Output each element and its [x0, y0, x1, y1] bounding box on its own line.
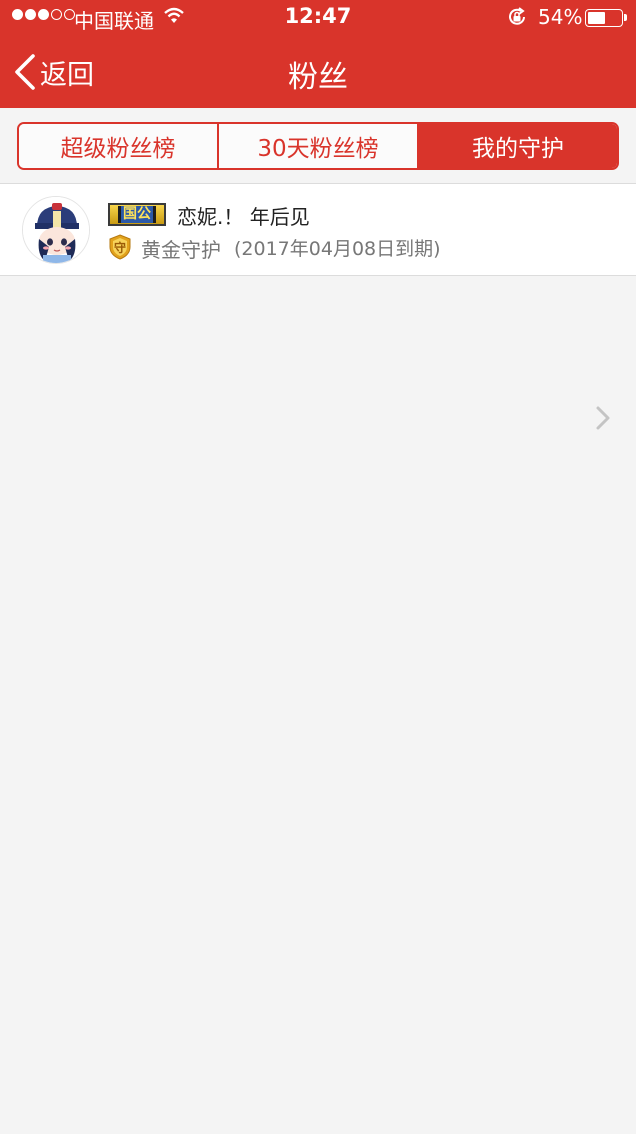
shield-glyph: 守 [114, 240, 126, 255]
tab-super-fans[interactable]: 超级粉丝榜 [19, 124, 217, 168]
top-header: 中国联通 12:47 54% 返回 粉丝 [0, 0, 636, 108]
guard-nickname: 恋妮.！ 年后见 [177, 205, 310, 229]
guard-type: 黄金守护 [141, 238, 221, 262]
battery-tip [624, 14, 627, 21]
rank-badge: 国公 [108, 203, 166, 226]
battery-percent: 54% [538, 5, 583, 29]
gold-shield-icon: 守 [109, 234, 131, 260]
page-title: 粉丝 [288, 60, 348, 95]
guard-expire-date: (2017年04月08日到期) [234, 238, 441, 260]
tab-my-guard[interactable]: 我的守护 [417, 124, 617, 168]
tab-bar: 超级粉丝榜 30天粉丝榜 我的守护 [0, 108, 636, 184]
battery-icon [585, 9, 623, 27]
rank-badge-label: 国公 [118, 206, 156, 223]
avatar [22, 196, 90, 264]
guard-list-item[interactable] [0, 184, 636, 430]
chevron-right-icon [596, 406, 610, 430]
status-bar: 中国联通 12:47 54% [0, 0, 636, 36]
segmented-control: 超级粉丝榜 30天粉丝榜 我的守护 [17, 122, 619, 170]
tab-30-day-fans[interactable]: 30天粉丝榜 [217, 124, 417, 168]
orientation-lock-icon [509, 7, 525, 25]
